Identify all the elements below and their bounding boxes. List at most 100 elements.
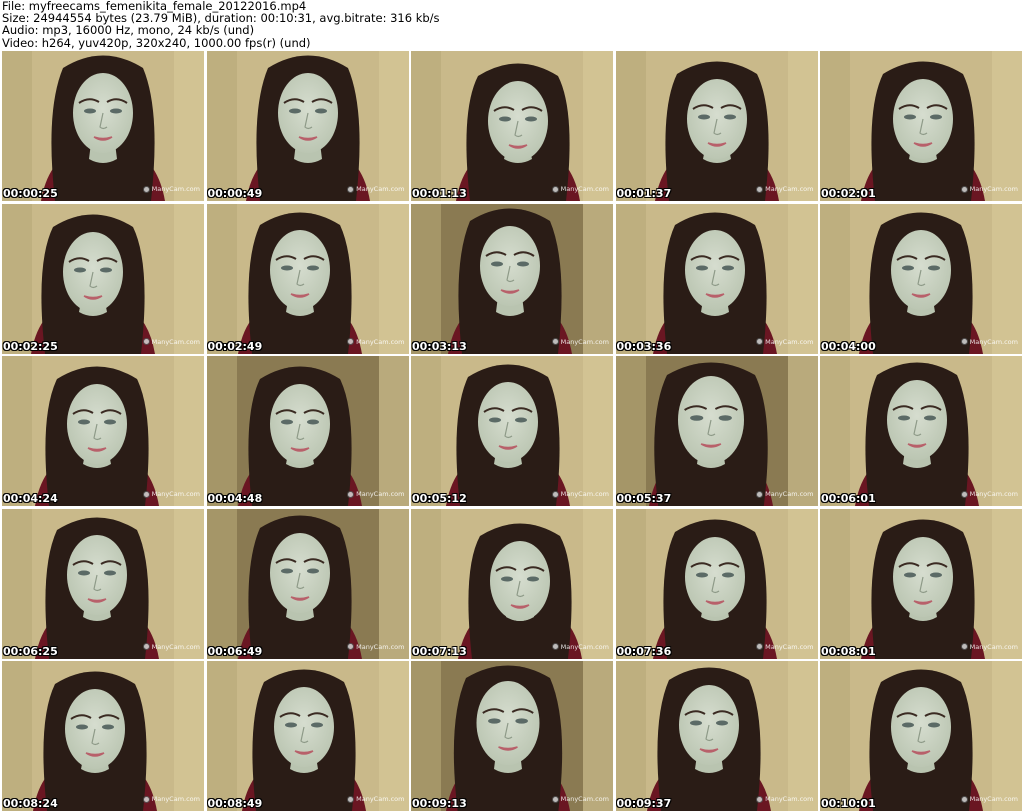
- watermark-text: ManyCam.com: [356, 337, 405, 346]
- watermark: ManyCam.com: [347, 795, 405, 803]
- thumbnail-grid: ManyCam.com 00:00:25 ManyCam.com 00:00:4…: [2, 51, 1022, 811]
- watermark-text: ManyCam.com: [560, 337, 609, 346]
- manycam-logo-icon: [551, 643, 559, 650]
- manycam-logo-icon: [551, 185, 559, 193]
- watermark: ManyCam.com: [756, 642, 814, 651]
- timestamp: 00:04:48: [207, 492, 263, 505]
- manycam-logo-icon: [347, 643, 355, 650]
- timestamp: 00:02:25: [3, 339, 58, 353]
- video-thumbnail: ManyCam.com 00:01:37: [615, 51, 818, 201]
- video-thumbnail: ManyCam.com 00:06:01: [820, 356, 1022, 506]
- timestamp: 00:05:37: [616, 492, 672, 505]
- frame-image: [206, 661, 409, 811]
- watermark-text: ManyCam.com: [151, 642, 200, 651]
- manycam-logo-icon: [756, 490, 764, 498]
- video-thumbnail: ManyCam.com 00:07:36: [615, 508, 818, 659]
- video-thumbnail: ManyCam.com 00:00:25: [2, 51, 204, 201]
- frame-image: [615, 51, 818, 201]
- watermark: ManyCam.com: [142, 337, 200, 346]
- watermark: ManyCam.com: [347, 185, 405, 193]
- watermark: ManyCam.com: [756, 185, 814, 193]
- manycam-logo-icon: [960, 185, 968, 193]
- watermark-text: ManyCam.com: [151, 337, 200, 346]
- watermark: ManyCam.com: [551, 490, 609, 498]
- watermark-text: ManyCam.com: [765, 490, 814, 498]
- watermark-text: ManyCam.com: [151, 795, 200, 803]
- watermark: ManyCam.com: [142, 795, 200, 803]
- watermark-text: ManyCam.com: [969, 642, 1018, 651]
- video-thumbnail: ManyCam.com 00:06:25: [2, 508, 204, 659]
- video-thumbnail: ManyCam.com 00:00:49: [206, 51, 409, 201]
- timestamp: 00:07:36: [616, 644, 672, 658]
- frame-image: [2, 51, 204, 201]
- manycam-logo-icon: [756, 643, 764, 650]
- frame-image: [820, 661, 1022, 811]
- watermark-text: ManyCam.com: [151, 490, 200, 498]
- frame-image: [206, 508, 409, 659]
- watermark-text: ManyCam.com: [969, 490, 1018, 498]
- video-thumbnail: ManyCam.com 00:09:37: [615, 661, 818, 811]
- video-thumbnail: ManyCam.com 00:02:25: [2, 203, 204, 354]
- video-thumbnail: ManyCam.com 00:03:36: [615, 203, 818, 354]
- frame-image: [206, 356, 409, 506]
- watermark: ManyCam.com: [960, 490, 1018, 498]
- frame-image: [615, 508, 818, 659]
- audio-line: Audio: mp3, 16000 Hz, mono, 24 kb/s (und…: [2, 23, 255, 38]
- manycam-logo-icon: [960, 338, 968, 345]
- video-thumbnail: ManyCam.com 00:08:49: [206, 661, 409, 811]
- watermark: ManyCam.com: [960, 795, 1018, 803]
- watermark: ManyCam.com: [347, 643, 405, 651]
- watermark: ManyCam.com: [960, 642, 1018, 651]
- watermark: ManyCam.com: [142, 490, 200, 498]
- frame-image: [2, 508, 204, 659]
- video-thumbnail: ManyCam.com 00:02:01: [820, 51, 1022, 201]
- frame-image: [206, 203, 409, 354]
- frame-image: [615, 661, 818, 811]
- watermark-text: ManyCam.com: [560, 490, 609, 498]
- manycam-logo-icon: [347, 795, 355, 803]
- file-info-header: File: myfreecams_femenikita_female_20122…: [2, 0, 1022, 50]
- manycam-logo-icon: [142, 643, 150, 650]
- timestamp: 00:06:01: [821, 492, 876, 505]
- watermark-text: ManyCam.com: [560, 642, 609, 651]
- timestamp: 00:03:36: [616, 339, 672, 353]
- watermark: ManyCam.com: [551, 642, 609, 651]
- timestamp: 00:07:13: [412, 644, 467, 658]
- timestamp: 00:04:00: [821, 339, 876, 353]
- video-thumbnail: ManyCam.com 00:08:24: [2, 661, 204, 811]
- watermark-text: ManyCam.com: [765, 337, 814, 346]
- frame-image: [2, 356, 204, 506]
- timestamp: 00:02:01: [821, 187, 876, 200]
- manycam-logo-icon: [347, 490, 355, 498]
- frame-image: [2, 661, 204, 811]
- manycam-logo-icon: [756, 185, 764, 193]
- manycam-logo-icon: [142, 185, 150, 193]
- timestamp: 00:09:13: [412, 797, 467, 810]
- video-thumbnail: ManyCam.com 00:01:13: [411, 51, 613, 201]
- watermark-text: ManyCam.com: [356, 490, 405, 498]
- watermark-text: ManyCam.com: [969, 795, 1018, 803]
- timestamp: 00:08:01: [821, 644, 876, 658]
- timestamp: 00:00:25: [3, 187, 58, 200]
- watermark: ManyCam.com: [756, 490, 814, 498]
- watermark: ManyCam.com: [756, 337, 814, 346]
- timestamp: 00:05:12: [412, 492, 467, 505]
- timestamp: 00:02:49: [207, 339, 263, 353]
- watermark-text: ManyCam.com: [560, 185, 609, 193]
- watermark-text: ManyCam.com: [969, 337, 1018, 346]
- frame-image: [820, 508, 1022, 659]
- manycam-logo-icon: [347, 338, 355, 345]
- frame-image: [411, 661, 613, 811]
- frame-image: [820, 51, 1022, 201]
- video-thumbnail: ManyCam.com 00:02:49: [206, 203, 409, 354]
- manycam-logo-icon: [551, 490, 559, 498]
- manycam-logo-icon: [142, 795, 150, 803]
- watermark-text: ManyCam.com: [765, 642, 814, 651]
- timestamp: 00:10:01: [821, 797, 876, 810]
- watermark-text: ManyCam.com: [151, 185, 200, 193]
- video-thumbnail: ManyCam.com 00:05:37: [615, 356, 818, 506]
- frame-image: [2, 203, 204, 354]
- timestamp: 00:06:25: [3, 644, 58, 658]
- watermark: ManyCam.com: [347, 337, 405, 346]
- manycam-logo-icon: [142, 338, 150, 345]
